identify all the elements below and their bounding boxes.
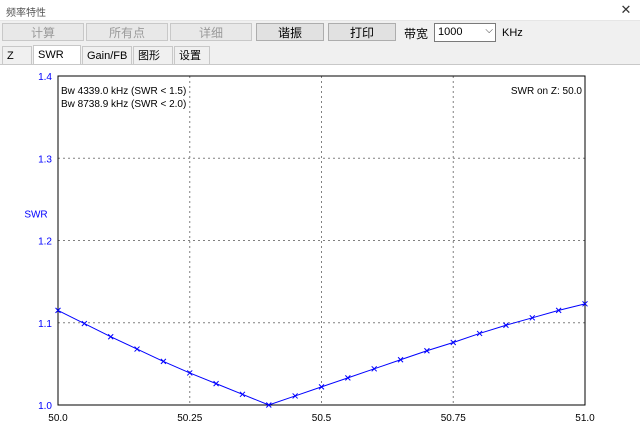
tab-strip: Z SWR Gain/FB 图形 设置: [0, 45, 640, 65]
bandwidth-value: 1000: [438, 26, 463, 38]
resonance-button[interactable]: 谐振: [256, 23, 324, 41]
data-point-marker: [81, 320, 88, 327]
swr-chart: 50.0 50.25 50.5 50.75 51.0 1.0 1.1 1.2 1.3 1.4 SWR…: [24, 72, 595, 424]
data-point-marker: [134, 346, 140, 352]
tab-label: 设置: [179, 50, 201, 62]
tab-gain-fb[interactable]: Gain/FB: [82, 46, 132, 64]
toolbar: 计算 所有点 详细 谐振 打印 带宽 1000 ⌵ KHz: [0, 21, 640, 45]
data-point-marker: [344, 375, 351, 381]
tab-label: SWR: [38, 49, 64, 61]
print-button[interactable]: 打印: [328, 23, 396, 41]
swr-curve: [57, 303, 586, 406]
calculate-button[interactable]: 计算: [2, 23, 84, 41]
bandwidth-annotation: Bw 8738.9 kHz (SWR < 2.0): [61, 99, 186, 110]
details-button[interactable]: 详细: [170, 23, 252, 41]
y-tick-label: 1.4: [38, 72, 52, 83]
x-tick-label: 50.0: [48, 413, 68, 424]
x-tick-label: 50.5: [312, 413, 332, 424]
x-tick-label: 50.25: [177, 413, 202, 424]
data-point-marker: [424, 347, 430, 354]
y-tick-label: 1.0: [38, 401, 52, 412]
tab-swr[interactable]: SWR: [33, 45, 81, 65]
all-points-button[interactable]: 所有点: [86, 23, 168, 41]
bandwidth-unit-label: KHz: [502, 27, 523, 39]
x-tick-label: 51.0: [575, 413, 595, 424]
x-tick-label: 50.75: [441, 413, 466, 424]
chevron-down-icon: ⌵: [485, 25, 493, 36]
y-tick-label: 1.3: [38, 154, 52, 165]
window-title: 频率特性: [6, 8, 46, 19]
reference-impedance-note: SWR on Z: 50.0: [511, 86, 583, 97]
tab-z[interactable]: Z: [2, 46, 32, 64]
title-bar[interactable]: 频率特性 ✕: [0, 0, 640, 21]
y-tick-label: 1.2: [38, 237, 52, 248]
data-point-marker: [476, 330, 483, 337]
close-icon[interactable]: ✕: [616, 0, 636, 20]
frequency-response-window: 频率特性 ✕ 计算 所有点 详细 谐振 打印 带宽 1000 ⌵ KHz Z S…: [0, 0, 640, 436]
data-point-marker: [397, 356, 404, 363]
tab-graph[interactable]: 图形: [133, 46, 173, 64]
y-axis-label: SWR: [24, 210, 47, 221]
tab-label: Z: [7, 50, 14, 62]
data-point-marker: [450, 339, 457, 346]
tab-label: 图形: [138, 50, 160, 62]
data-point-marker: [239, 391, 246, 398]
data-point-marker: [292, 393, 299, 399]
data-point-marker: [160, 358, 167, 365]
data-point-marker: [107, 333, 114, 340]
tab-label: Gain/FB: [87, 50, 128, 62]
bandwidth-annotation: Bw 4339.0 kHz (SWR < 1.5): [61, 86, 186, 97]
tab-settings[interactable]: 设置: [174, 46, 210, 64]
data-point-marker: [371, 365, 378, 372]
bandwidth-label: 带宽: [404, 27, 429, 41]
swr-chart-panel: 50.0 50.25 50.5 50.75 51.0 1.0 1.1 1.2 1.3 1.4 SWR…: [0, 64, 640, 436]
data-point-marker: [318, 384, 325, 390]
data-point-marker: [213, 380, 219, 387]
bandwidth-select[interactable]: 1000 ⌵: [434, 23, 496, 42]
plot-frame: [57, 75, 586, 406]
y-tick-label: 1.1: [38, 319, 52, 330]
